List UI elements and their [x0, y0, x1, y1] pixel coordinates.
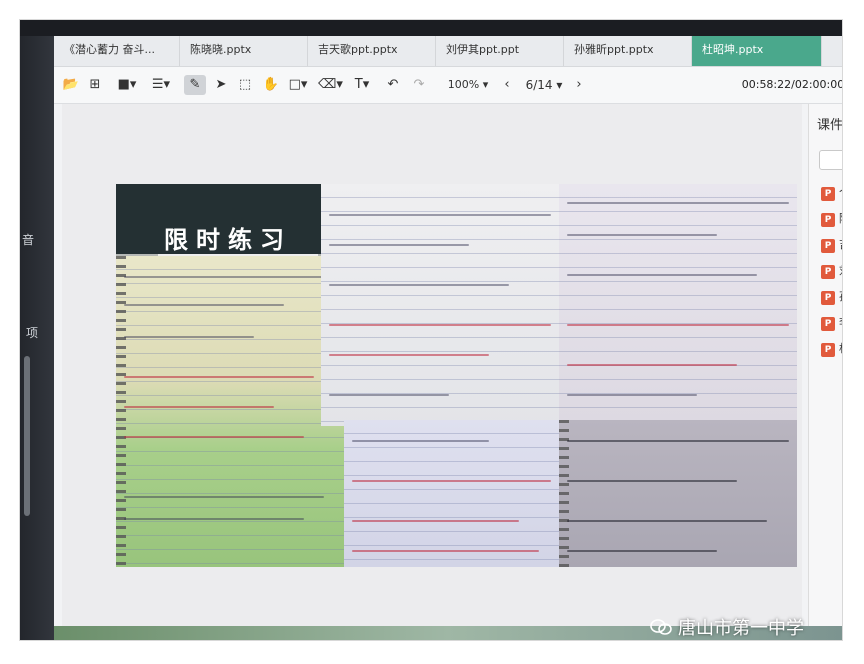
courseware-item-label: 吉 [839, 238, 842, 251]
left-scrollbar[interactable] [24, 356, 30, 516]
title-underline [158, 254, 318, 256]
left-strip-label-audio: 音 [22, 233, 35, 247]
slide: 限时练习 [116, 184, 797, 567]
ppt-icon: P [821, 343, 835, 357]
prev-page-icon[interactable]: ‹ [500, 75, 514, 95]
slide-canvas[interactable]: 限时练习 [62, 104, 802, 634]
app-window: 《潜心蓄力 奋斗... 陈晓晓.pptx 吉天歌ppt.pptx 刘伊其ppt.… [54, 36, 842, 640]
ppt-icon: P [821, 265, 835, 279]
courseware-item-label: 个 [839, 186, 842, 199]
tab-label: 刘伊其ppt.ppt [446, 43, 520, 56]
tab-label: 孙雅昕ppt.pptx [574, 43, 654, 56]
courseware-item[interactable]: P孙 [821, 288, 842, 305]
ppt-icon: P [821, 291, 835, 305]
ppt-icon: P [821, 317, 835, 331]
courseware-item[interactable]: P个 [821, 184, 842, 201]
ppt-icon: P [821, 213, 835, 227]
courseware-search-input[interactable] [819, 150, 842, 170]
zoom-value: 100% [447, 78, 480, 91]
watermark: 唐山市第一中学 [650, 614, 804, 640]
courseware-item-label: 陈 [839, 212, 842, 225]
rectangle-shape-icon[interactable]: □▾ [286, 75, 310, 95]
tab-3[interactable]: 刘伊其ppt.ppt [436, 36, 564, 66]
courseware-item[interactable]: P吉 [821, 236, 842, 253]
ppt-icon: P [821, 187, 835, 201]
courseware-item-label: 孙 [839, 290, 842, 303]
line-style-icon[interactable]: ☰▾ [148, 75, 174, 95]
next-page-icon[interactable]: › [572, 75, 586, 95]
courseware-item-label: 杜 [839, 342, 842, 355]
tab-bar: 《潜心蓄力 奋斗... 陈晓晓.pptx 吉天歌ppt.pptx 刘伊其ppt.… [54, 36, 842, 67]
courseware-item[interactable]: P陈 [821, 210, 842, 227]
select-box-icon[interactable]: ⬚ [236, 75, 254, 95]
handwritten-photo-5 [559, 420, 797, 567]
eraser-icon[interactable]: ⌫▾ [318, 75, 343, 95]
page-value: 6/14 [525, 78, 553, 92]
courseware-item[interactable]: P李 [821, 314, 842, 331]
slide-title: 限时练习 [164, 226, 292, 254]
shape-fill-icon[interactable]: ■▾ [114, 75, 140, 95]
watermark-text: 唐山市第一中学 [678, 618, 804, 639]
add-page-icon[interactable]: ⊞ [86, 75, 104, 95]
tab-1[interactable]: 陈晓晓.pptx [180, 36, 308, 66]
handwritten-photo-2 [321, 184, 559, 426]
left-sidebar-strip: 音 项 [20, 36, 54, 640]
courseware-item-label: 李 [839, 316, 842, 329]
undo-icon[interactable]: ↶ [384, 75, 402, 95]
photo-frame: 音 项 《潜心蓄力 奋斗... 陈晓晓.pptx 吉天歌ppt.pptx 刘伊其… [20, 20, 842, 640]
pointer-icon[interactable]: ➤ [212, 75, 230, 95]
left-strip-label-item: 项 [26, 326, 39, 340]
courseware-title: 课件 [817, 118, 842, 133]
title-panel: 限时练习 [116, 184, 321, 254]
open-folder-icon[interactable]: 📂 [62, 75, 80, 95]
wechat-icon [650, 618, 672, 636]
tab-5-active[interactable]: 杜昭坤.pptx [692, 36, 822, 66]
pen-tool-icon[interactable]: ✎ [184, 75, 206, 95]
courseware-item[interactable]: P刘 [821, 262, 842, 279]
ppt-icon: P [821, 239, 835, 253]
toolbar: 📂 ⊞ ■▾ ☰▾ ✎ ➤ ⬚ ✋ □▾ ⌫▾ T▾ ↶ ↷ 100% ▾ ‹ … [54, 67, 842, 104]
tab-label: 吉天歌ppt.pptx [318, 43, 398, 56]
text-tool-label: T [354, 77, 363, 92]
courseware-item[interactable]: P杜 [821, 340, 842, 357]
page-indicator: 6/14 ▾ [525, 78, 563, 92]
timer: 00:58:22/02:00:00 [741, 78, 842, 91]
tab-label: 陈晓晓.pptx [190, 43, 252, 56]
tab-0[interactable]: 《潜心蓄力 奋斗... [54, 36, 180, 66]
text-tool-icon[interactable]: T▾ [350, 75, 374, 95]
zoom-select[interactable]: 100% ▾ [444, 75, 492, 95]
tab-2[interactable]: 吉天歌ppt.pptx [308, 36, 436, 66]
tab-label: 杜昭坤.pptx [702, 43, 764, 56]
courseware-item-label: 刘 [839, 264, 842, 277]
handwritten-photo-4 [559, 184, 797, 420]
tab-4[interactable]: 孙雅昕ppt.pptx [564, 36, 692, 66]
tab-label: 《潜心蓄力 奋斗... [64, 43, 155, 56]
handwritten-photo-1 [116, 256, 344, 567]
courseware-panel: 课件 P个 P陈 P吉 P刘 P孙 P李 P杜 [808, 104, 842, 634]
handwritten-photo-3 [344, 420, 559, 567]
redo-icon[interactable]: ↷ [410, 75, 428, 95]
hand-icon[interactable]: ✋ [262, 75, 280, 95]
